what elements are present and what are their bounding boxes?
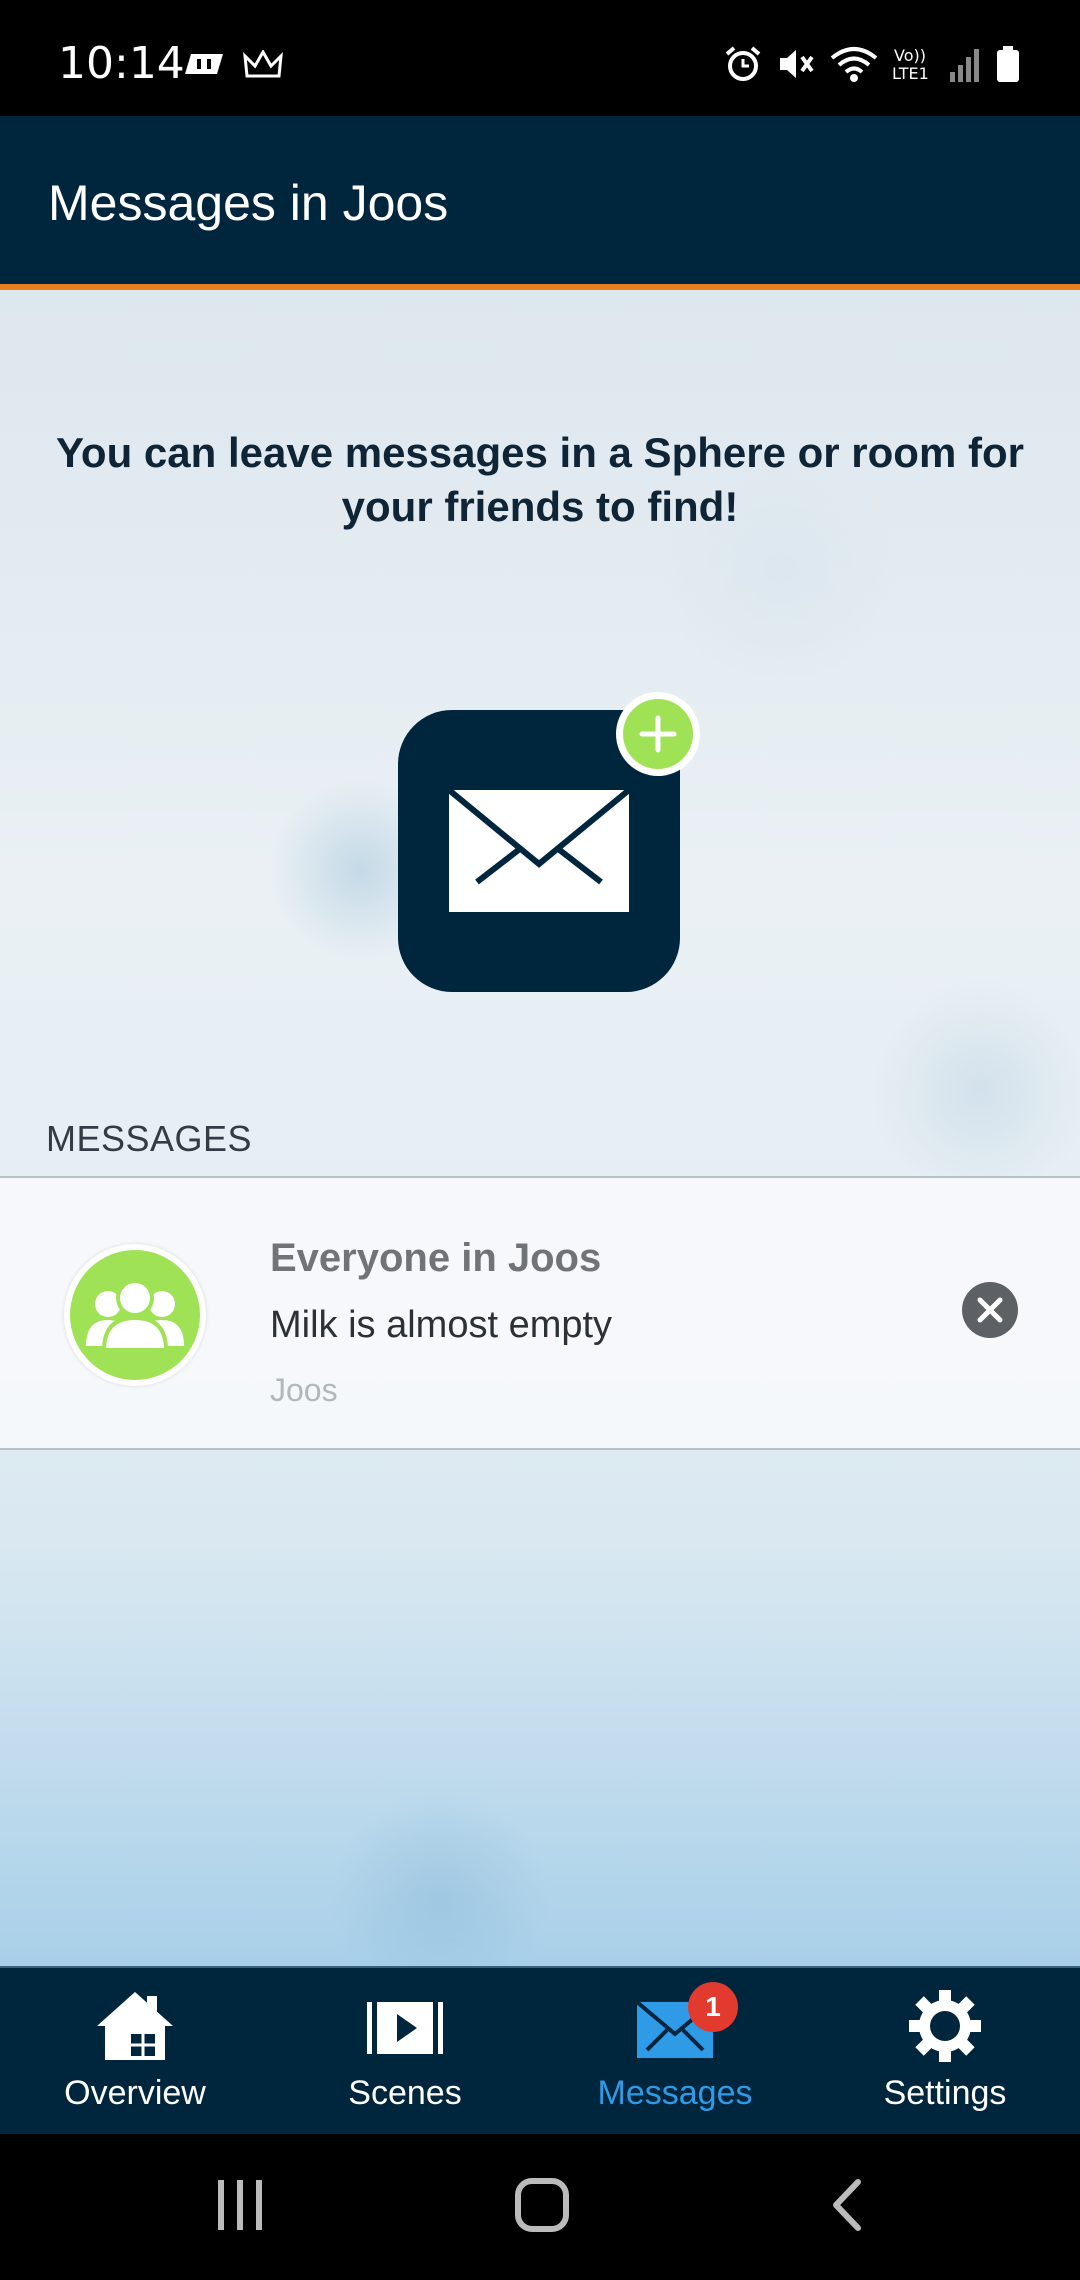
recent-apps-icon[interactable]	[214, 2176, 266, 2234]
tab-messages[interactable]: 1 Messages	[540, 1968, 810, 2136]
status-time: 10:14	[58, 38, 185, 89]
crown-icon	[243, 50, 283, 78]
intro-text: You can leave messages in a Sphere or ro…	[56, 429, 1024, 530]
scenes-icon	[367, 2002, 443, 2054]
message-recipient: Everyone in Joos	[270, 1236, 602, 1280]
tab-overview[interactable]: Overview	[0, 1968, 270, 2136]
main-content: You can leave messages in a Sphere or ro…	[0, 290, 1080, 1966]
home-button-icon[interactable]	[514, 2176, 570, 2234]
mute-icon	[780, 50, 814, 78]
envelope-icon	[449, 790, 629, 912]
message-sphere: Joos	[270, 1372, 338, 1408]
back-icon[interactable]	[826, 2176, 866, 2234]
unread-badge: 1	[688, 1982, 738, 2032]
close-icon	[977, 1297, 1003, 1323]
status-bar: 10:14 Vo)) LTE1	[0, 0, 1080, 116]
app-header: Messages in Joos	[0, 116, 1080, 290]
delete-message-button[interactable]	[962, 1282, 1018, 1338]
wifi-icon	[830, 47, 878, 82]
svg-text:Vo)): Vo))	[894, 46, 926, 65]
message-item[interactable]: Everyone in Joos Milk is almost empty Jo…	[0, 1176, 1080, 1450]
plus-icon[interactable]	[616, 692, 700, 776]
system-nav-bar	[0, 2134, 1080, 2280]
alarm-icon	[725, 46, 761, 81]
message-body: Milk is almost empty	[270, 1304, 613, 1346]
group-icon	[86, 1279, 184, 1352]
tab-settings-label: Settings	[883, 2074, 1007, 2112]
tab-scenes-label: Scenes	[348, 2074, 462, 2112]
svg-text:LTE1: LTE1	[892, 64, 929, 83]
tab-settings[interactable]: Settings	[810, 1968, 1080, 2136]
gear-icon	[909, 1990, 981, 2062]
tab-overview-label: Overview	[64, 2074, 206, 2112]
tools-icon	[185, 54, 223, 74]
signal-icon	[950, 49, 979, 82]
messages-section-label: MESSAGES	[46, 1118, 253, 1159]
avatar	[64, 1244, 206, 1386]
home-icon	[97, 1992, 173, 2060]
tab-scenes[interactable]: Scenes	[270, 1968, 540, 2136]
page-title: Messages in Joos	[48, 175, 449, 231]
tab-messages-label: Messages	[597, 2074, 753, 2112]
volte-icon: Vo)) LTE1	[892, 46, 929, 83]
battery-icon	[997, 46, 1019, 82]
bottom-tab-bar: Overview Scenes 1 Messages Settings	[0, 1966, 1080, 2136]
